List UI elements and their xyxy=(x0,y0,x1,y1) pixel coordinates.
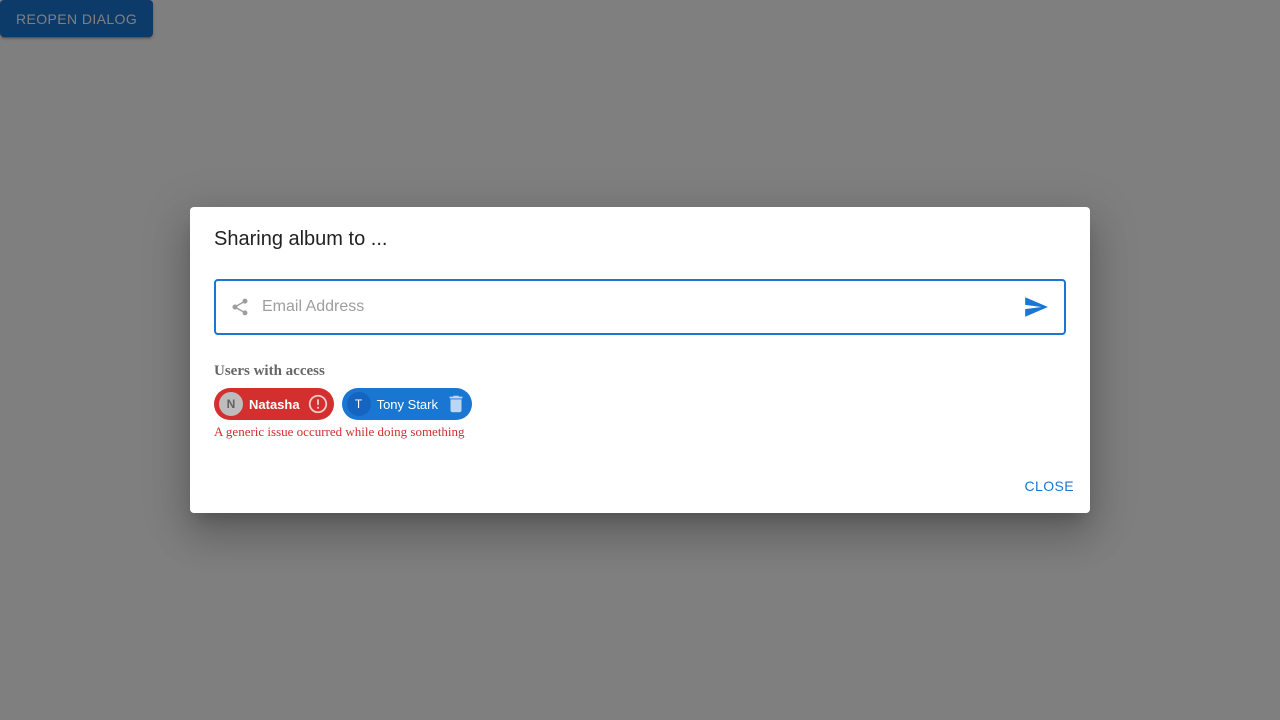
error-message: A generic issue occurred while doing som… xyxy=(214,424,465,439)
avatar: T xyxy=(346,392,371,416)
users-with-access-label: Users with access xyxy=(214,363,325,379)
trash-icon[interactable] xyxy=(445,393,467,415)
user-chip-tony-stark[interactable]: T Tony Stark xyxy=(341,388,472,420)
email-input[interactable] xyxy=(262,281,1002,333)
share-icon xyxy=(232,298,248,316)
share-album-dialog: Sharing album to ... Users with access N… xyxy=(190,207,1090,513)
send-icon xyxy=(1025,297,1048,317)
user-chip-list: N Natasha T Tony Stark xyxy=(214,388,472,420)
chip-label: Natasha xyxy=(249,396,300,412)
send-button[interactable] xyxy=(1018,289,1054,325)
close-button[interactable]: Close xyxy=(1017,469,1082,503)
avatar: N xyxy=(219,392,243,416)
user-chip-natasha[interactable]: N Natasha xyxy=(214,388,334,420)
chip-label: Tony Stark xyxy=(376,396,438,412)
error-outline-icon[interactable] xyxy=(307,393,329,415)
dialog-title: Sharing album to ... xyxy=(214,228,388,250)
email-field-wrapper[interactable] xyxy=(214,279,1066,335)
